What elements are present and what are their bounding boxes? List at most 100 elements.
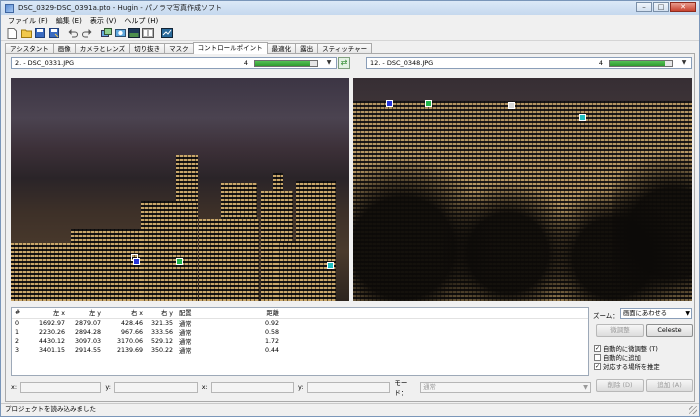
auto-fine-tune-label: 自動的に微調整 (T)	[603, 346, 658, 353]
menu-edit[interactable]: 編集 (E)	[55, 16, 83, 26]
lens-icon[interactable]	[114, 27, 126, 39]
col-distance[interactable]: 距離	[246, 308, 282, 319]
mode-value: 通常	[423, 383, 436, 391]
auto-add-checkbox[interactable]: 自動的に追加	[594, 353, 641, 362]
col-right-y[interactable]: 右 y	[146, 308, 176, 319]
table-cell: 2914.55	[74, 346, 101, 354]
control-point-1-right[interactable]	[425, 100, 432, 107]
delete-button[interactable]: 削除 (D)	[596, 379, 644, 392]
menu-help[interactable]: ヘルプ (H)	[123, 16, 159, 26]
table-cell: 通常	[179, 320, 192, 328]
table-cell: 529.12	[150, 337, 173, 345]
swap-left-right-button[interactable]: ⇄	[338, 57, 350, 69]
control-points-table[interactable]: # 左 x 左 y 右 x 右 y 配置 距離 0 1692.97 2879.07 4…	[11, 307, 589, 376]
col-left-y[interactable]: 左 y	[68, 308, 104, 319]
optimize-icon[interactable]	[161, 27, 173, 39]
preview-icon[interactable]	[128, 27, 140, 39]
table-cell: 350.22	[150, 346, 173, 354]
checkbox-box	[594, 354, 601, 361]
celeste-button[interactable]: Celeste	[646, 324, 693, 337]
table-row[interactable]: 1 2230.26 2894.28 967.66 333.56 通常 0.58	[12, 328, 588, 337]
table-cell: 967.66	[120, 328, 143, 336]
checkbox-box: ✓	[594, 363, 601, 370]
left-x-label: x:	[11, 383, 18, 391]
table-cell: 0.58	[264, 328, 279, 336]
control-point-3-right[interactable]	[508, 102, 515, 109]
open-icon[interactable]	[20, 27, 32, 39]
menu-view[interactable]: 表示 (V)	[89, 16, 117, 26]
fine-tune-button[interactable]: 微調整	[596, 324, 644, 337]
table-row[interactable]: 3 3401.15 2914.55 2139.69 350.22 通常 0.44	[12, 346, 588, 355]
mode-select[interactable]: 通常 ▼	[420, 381, 591, 393]
table-cell: 0.92	[264, 319, 279, 327]
table-cell: 0	[15, 319, 20, 327]
control-point-0-left[interactable]	[133, 258, 140, 265]
menu-file[interactable]: ファイル (F)	[7, 16, 49, 26]
status-text: プロジェクトを読み込みました	[5, 405, 96, 413]
estimate-position-checkbox[interactable]: ✓ 対応する場所を推定	[594, 362, 660, 371]
table-cell: 3	[15, 346, 20, 354]
save-icon[interactable]	[34, 27, 46, 39]
control-point-1-left[interactable]	[176, 258, 183, 265]
auto-fine-tune-checkbox[interactable]: ✓ 自動的に微調整 (T)	[594, 344, 658, 353]
control-side-panel: ズーム： 画面にあわせる ▼ 微調整 Celeste ✓ 自動的に微調整 (T)…	[592, 307, 694, 399]
table-cell: 1	[15, 328, 20, 336]
table-row[interactable]: 0 1692.97 2879.07 428.46 321.35 通常 0.92	[12, 318, 588, 328]
chevron-down-icon: ▼	[685, 310, 690, 317]
col-left-x[interactable]: 左 x	[28, 308, 68, 319]
col-right-x[interactable]: 右 x	[104, 308, 146, 319]
redo-icon[interactable]	[81, 27, 93, 39]
control-point-0-right[interactable]	[386, 100, 393, 107]
menu-bar: ファイル (F) 編集 (E) 表示 (V) ヘルプ (H)	[1, 15, 699, 26]
left-x-input[interactable]	[19, 381, 102, 393]
table-header-row: # 左 x 左 y 右 x 右 y 配置 距離	[12, 308, 588, 319]
right-image-selector[interactable]: 12. - DSC_0348.JPG 4 ▼	[366, 57, 692, 69]
table-cell: 通常	[179, 347, 192, 355]
right-y-input[interactable]	[306, 381, 391, 393]
col-index[interactable]: #	[12, 308, 28, 319]
new-icon[interactable]	[6, 27, 18, 39]
table-cell: 2139.69	[116, 346, 143, 354]
chevron-down-icon: ▼	[681, 59, 687, 66]
right-image-view[interactable]	[353, 78, 692, 301]
col-mode[interactable]: 配置	[176, 308, 246, 319]
table-cell: 0.44	[264, 346, 279, 354]
right-x-label: x:	[201, 383, 208, 391]
table-row[interactable]: 2 4430.12 3097.03 3170.06 529.12 通常 1.72	[12, 337, 588, 346]
save-as-icon[interactable]	[48, 27, 60, 39]
fast-preview-icon[interactable]	[142, 27, 154, 39]
add-button[interactable]: 追加 (A)	[646, 379, 693, 392]
right-y-label: y:	[298, 383, 304, 391]
close-button[interactable]: ✕	[670, 2, 696, 12]
estimate-position-label: 対応する場所を推定	[603, 364, 660, 371]
right-image-progress	[609, 60, 673, 67]
right-image-cp-count: 4	[598, 59, 603, 67]
table-cell: 428.46	[120, 319, 143, 327]
left-y-label: y:	[105, 383, 111, 391]
checkbox-box: ✓	[594, 345, 601, 352]
table-cell: 1692.97	[38, 319, 65, 327]
left-image-selector[interactable]: 2. - DSC_0331.JPG 4 ▼	[11, 57, 337, 69]
table-cell: 4430.12	[38, 337, 65, 345]
images-icon[interactable]	[100, 27, 112, 39]
main-window: DSC_0329-DSC_0391a.pto - Hugin - パノラマ写真作…	[0, 0, 700, 417]
left-image-view[interactable]	[11, 78, 349, 301]
control-point-2-left[interactable]	[327, 262, 334, 269]
table-cell: 通常	[179, 338, 192, 346]
window-title: DSC_0329-DSC_0391a.pto - Hugin - パノラマ写真作…	[18, 4, 223, 12]
coordinate-bar: x: y: x: y: モード： 通常 ▼	[11, 379, 591, 397]
right-x-input[interactable]	[210, 381, 295, 393]
maximize-button[interactable]: □	[653, 2, 669, 12]
undo-icon[interactable]	[67, 27, 79, 39]
left-y-input[interactable]	[114, 381, 198, 393]
toolbar	[1, 26, 699, 41]
minimize-button[interactable]: –	[636, 2, 652, 12]
control-point-2-right[interactable]	[579, 114, 586, 121]
resize-grip-icon[interactable]	[689, 406, 697, 414]
table-cell: 2	[15, 337, 20, 345]
zoom-select[interactable]: 画面にあわせる ▼	[620, 308, 692, 319]
chevron-down-icon: ▼	[583, 383, 588, 391]
tab-control-points[interactable]: コントロールポイント	[192, 42, 268, 54]
control-points-panel: 2. - DSC_0331.JPG 4 ▼ ⇄ 12. - DSC_0348.J…	[5, 53, 695, 402]
app-icon	[5, 3, 14, 13]
